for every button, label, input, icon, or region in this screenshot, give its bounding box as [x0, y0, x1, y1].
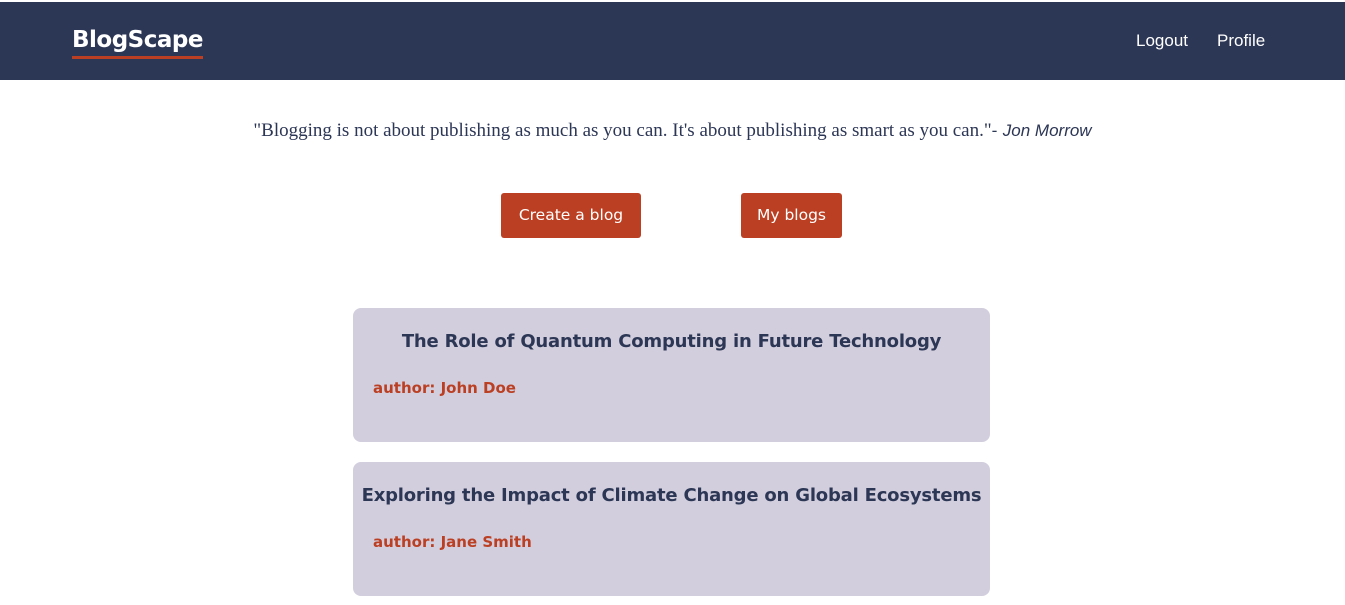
quote-separator: -: [991, 121, 1003, 141]
blog-title[interactable]: Exploring the Impact of Climate Change o…: [353, 484, 990, 508]
quote-text: "Blogging is not about publishing as muc…: [253, 120, 992, 141]
blog-title[interactable]: The Role of Quantum Computing in Future …: [353, 330, 990, 354]
brand-logo[interactable]: BlogScape: [72, 26, 203, 59]
navbar: BlogScape Logout Profile: [0, 2, 1345, 80]
create-blog-button[interactable]: Create a blog: [501, 193, 641, 238]
logout-link[interactable]: Logout: [1136, 31, 1188, 51]
profile-link[interactable]: Profile: [1217, 31, 1265, 51]
quote-author: Jon Morrow: [1002, 121, 1092, 140]
blog-author: author: John Doe: [373, 379, 516, 397]
blog-card[interactable]: The Role of Quantum Computing in Future …: [353, 308, 990, 442]
blog-card[interactable]: Exploring the Impact of Climate Change o…: [353, 462, 990, 596]
blog-author: author: Jane Smith: [373, 533, 532, 551]
my-blogs-button[interactable]: My blogs: [741, 193, 842, 238]
quote: "Blogging is not about publishing as muc…: [0, 119, 1345, 143]
